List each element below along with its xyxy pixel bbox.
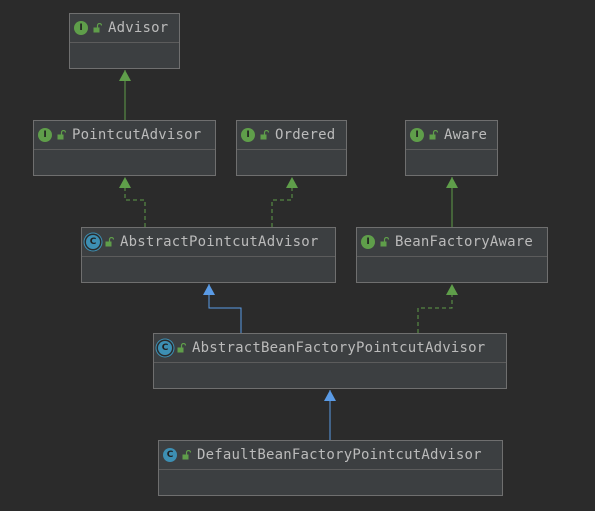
arrowhead — [119, 177, 131, 188]
node-pointcut-advisor[interactable]: I PointcutAdvisor — [33, 120, 216, 176]
edge-abstract-bean-factory-pointcut-advisor-to-bean-factory-aware — [417, 284, 458, 333]
interface-icon: I — [410, 128, 424, 142]
edge-bean-factory-aware-to-aware — [446, 177, 458, 227]
unlocked-icon — [429, 130, 438, 140]
unlocked-icon — [57, 130, 66, 140]
node-bean-factory-aware[interactable]: I BeanFactoryAware — [356, 227, 548, 283]
arrowhead — [119, 70, 131, 81]
node-name: BeanFactoryAware — [395, 234, 534, 250]
class-icon: C — [163, 448, 177, 462]
edge-pointcut-advisor-to-advisor — [119, 70, 131, 120]
node-default-bean-factory-pointcut-advisor[interactable]: C DefaultBeanFactoryPointcutAdvisor — [158, 440, 503, 496]
node-ordered[interactable]: I Ordered — [236, 120, 347, 176]
interface-icon: I — [361, 235, 375, 249]
edge-abstract-bean-factory-pointcut-advisor-to-abstract-pointcut-advisor — [203, 284, 242, 333]
unlocked-icon — [93, 23, 102, 33]
node-name: Advisor — [108, 20, 169, 36]
node-abstract-pointcut-advisor[interactable]: C AbstractPointcutAdvisor — [81, 227, 336, 283]
node-advisor[interactable]: I Advisor — [69, 13, 180, 69]
edge-abstract-pointcut-advisor-to-pointcut-advisor — [119, 177, 146, 227]
unlocked-icon — [105, 237, 114, 247]
arrowhead — [446, 284, 458, 295]
abstract-class-icon: C — [86, 235, 100, 249]
interface-icon: I — [241, 128, 255, 142]
unlocked-icon — [177, 343, 186, 353]
node-name: PointcutAdvisor — [72, 127, 202, 143]
interface-icon: I — [74, 21, 88, 35]
unlocked-icon — [182, 450, 191, 460]
arrowhead — [324, 390, 336, 401]
arrowhead — [203, 284, 215, 295]
unlocked-icon — [380, 237, 389, 247]
unlocked-icon — [260, 130, 269, 140]
node-name: Aware — [444, 127, 488, 143]
arrowhead — [446, 177, 458, 188]
edge-abstract-pointcut-advisor-to-ordered — [271, 177, 298, 227]
node-name: AbstractBeanFactoryPointcutAdvisor — [192, 340, 486, 356]
interface-icon: I — [38, 128, 52, 142]
node-name: DefaultBeanFactoryPointcutAdvisor — [197, 447, 482, 463]
edge-default-bean-factory-pointcut-advisor-to-abstract-bean-factory-pointcut-advisor — [324, 390, 336, 440]
node-aware[interactable]: I Aware — [405, 120, 498, 176]
arrowhead — [286, 177, 298, 188]
abstract-class-icon: C — [158, 341, 172, 355]
node-name: AbstractPointcutAdvisor — [120, 234, 319, 250]
node-name: Ordered — [275, 127, 336, 143]
node-abstract-bean-factory-pointcut-advisor[interactable]: C AbstractBeanFactoryPointcutAdvisor — [153, 333, 507, 389]
